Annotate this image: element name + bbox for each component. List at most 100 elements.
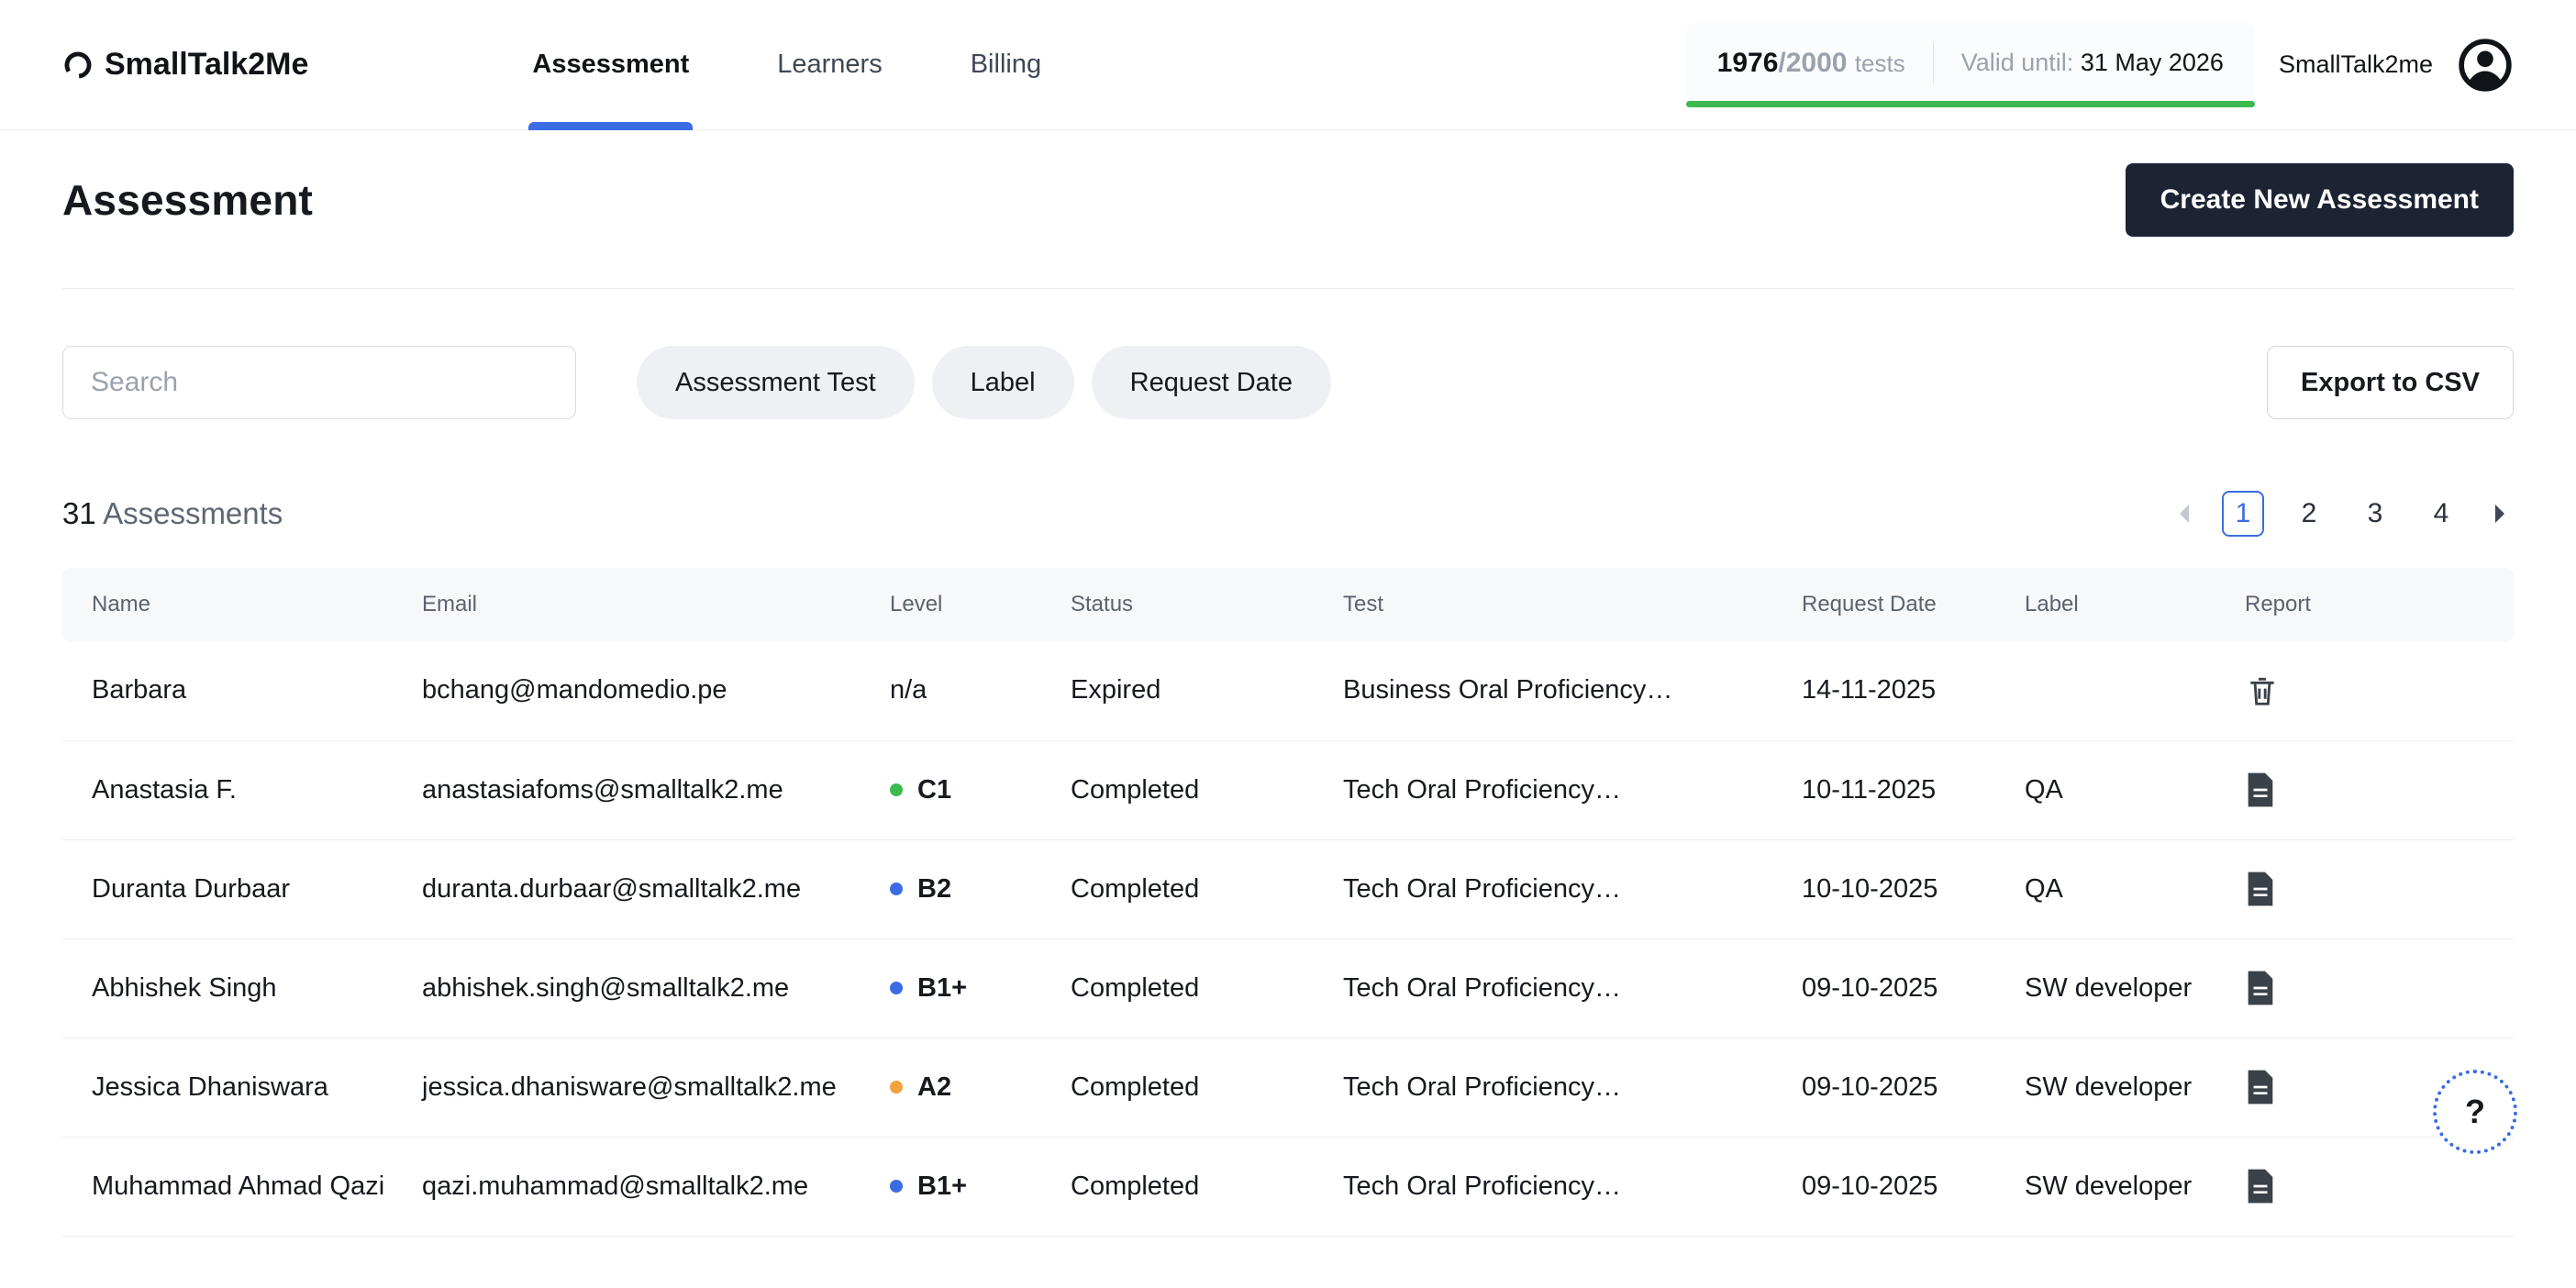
nav-tab-assessment-label: Assessment — [532, 50, 689, 80]
table-row[interactable]: Muhammad Ahmad Qazi qazi.muhammad@smallt… — [62, 1137, 2514, 1236]
column-header-status: Status — [1071, 568, 1343, 641]
cell-status: Expired — [1071, 641, 1343, 740]
cell-status: Completed — [1071, 839, 1343, 938]
top-bar: SmallTalk2Me Assessment Learners Billing… — [0, 0, 2576, 130]
cell-test: Tech Oral Proficiency… — [1343, 740, 1802, 839]
cell-email: abhishek.singh@smalltalk2.me — [422, 938, 890, 1038]
delete-icon[interactable] — [2245, 672, 2280, 709]
table-row[interactable]: Duranta Durbaar duranta.durbaar@smalltal… — [62, 839, 2514, 938]
cell-request-date: 10-10-2025 — [1802, 839, 2025, 938]
column-header-name: Name — [62, 568, 422, 641]
search-input[interactable] — [62, 346, 576, 419]
cell-request-date: 10-11-2025 — [1802, 740, 2025, 839]
filter-label[interactable]: Label — [932, 346, 1074, 419]
valid-until: Valid until: 31 May 2026 — [1961, 49, 2224, 77]
filter-assessment-test[interactable]: Assessment Test — [637, 346, 915, 419]
pagination-page-1[interactable]: 1 — [2222, 491, 2264, 537]
level-badge: B1+ — [890, 1171, 1071, 1202]
title-row: Assessment Create New Assessment — [62, 163, 2514, 237]
filter-pills: Assessment Test Label Request Date — [637, 346, 1331, 419]
report-document-icon[interactable] — [2245, 772, 2276, 808]
pagination-page-3[interactable]: 3 — [2354, 491, 2396, 537]
assessments-table: Name Email Level Status Test Request Dat… — [62, 568, 2514, 1237]
level-dot — [890, 1180, 903, 1193]
nav-tab-billing[interactable]: Billing — [971, 0, 1041, 130]
cell-status: Completed — [1071, 1137, 1343, 1236]
cell-name: Abhishek Singh — [62, 938, 422, 1038]
level-badge: B2 — [890, 874, 1071, 905]
cell-status: Completed — [1071, 1038, 1343, 1137]
assessments-count: 31 Assessments — [62, 496, 283, 531]
cell-name: Duranta Durbaar — [62, 839, 422, 938]
level-badge: A2 — [890, 1072, 1071, 1103]
badge-divider — [1933, 43, 1934, 83]
cell-name: Jessica Dhaniswara — [62, 1038, 422, 1137]
tests-progress-bar — [1686, 101, 2255, 107]
pagination-page-4[interactable]: 4 — [2420, 491, 2462, 537]
tests-counter: 1976/2000 tests — [1717, 48, 1905, 79]
cell-email: jessica.dhanisware@smalltalk2.me — [422, 1038, 890, 1137]
cell-status: Completed — [1071, 740, 1343, 839]
tests-suffix: tests — [1855, 50, 1905, 77]
level-text: B1+ — [917, 1171, 967, 1202]
cell-email: bchang@mandomedio.pe — [422, 641, 890, 740]
cell-test: Tech Oral Proficiency… — [1343, 839, 1802, 938]
cell-name: Muhammad Ahmad Qazi — [62, 1137, 422, 1236]
page-title: Assessment — [62, 175, 313, 225]
nav-tab-learners[interactable]: Learners — [777, 0, 882, 130]
level-text: n/a — [890, 675, 927, 705]
avatar-icon[interactable] — [2457, 37, 2514, 94]
column-header-report: Report — [2245, 568, 2514, 641]
table-row[interactable]: Barbara bchang@mandomedio.pe n/a Expired… — [62, 641, 2514, 740]
section-divider — [62, 288, 2514, 289]
table-row[interactable]: Anastasia F. anastasiafoms@smalltalk2.me… — [62, 740, 2514, 839]
create-new-assessment-button[interactable]: Create New Assessment — [2126, 163, 2514, 237]
report-document-icon[interactable] — [2245, 871, 2276, 907]
logo-text: SmallTalk2Me — [105, 47, 308, 83]
level-badge: C1 — [890, 775, 1071, 805]
main-nav: Assessment Learners Billing — [532, 0, 1041, 130]
logo-icon — [62, 50, 94, 81]
tests-quota-badge: 1976/2000 tests Valid until: 31 May 2026 — [1686, 23, 2255, 107]
cell-label: SW developer — [2025, 938, 2245, 1038]
cell-label — [2025, 641, 2245, 740]
cell-name: Anastasia F. — [62, 740, 422, 839]
level-dot — [890, 982, 903, 994]
report-document-icon[interactable] — [2245, 1168, 2276, 1205]
cell-test: Tech Oral Proficiency… — [1343, 938, 1802, 1038]
header-right: 1976/2000 tests Valid until: 31 May 2026… — [1686, 23, 2514, 107]
table-header: Name Email Level Status Test Request Dat… — [62, 568, 2514, 641]
nav-tab-assessment[interactable]: Assessment — [532, 0, 689, 130]
nav-tab-billing-label: Billing — [971, 50, 1041, 80]
pagination-prev-icon[interactable] — [2171, 502, 2198, 526]
cell-status: Completed — [1071, 938, 1343, 1038]
table-row[interactable]: Jessica Dhaniswara jessica.dhanisware@sm… — [62, 1038, 2514, 1137]
level-dot — [890, 1081, 903, 1094]
pagination-next-icon[interactable] — [2486, 502, 2514, 526]
column-header-label: Label — [2025, 568, 2245, 641]
column-header-email: Email — [422, 568, 890, 641]
cell-email: anastasiafoms@smalltalk2.me — [422, 740, 890, 839]
cell-request-date: 09-10-2025 — [1802, 1137, 2025, 1236]
controls-row: Assessment Test Label Request Date Expor… — [62, 346, 2514, 419]
valid-until-date: 31 May 2026 — [2081, 49, 2224, 76]
logo[interactable]: SmallTalk2Me — [62, 47, 308, 83]
nav-tab-learners-label: Learners — [777, 50, 882, 80]
main-content: Assessment Create New Assessment Assessm… — [0, 163, 2576, 1237]
level-text: B1+ — [917, 973, 967, 1004]
level-badge: n/a — [890, 675, 1071, 705]
assessments-count-label: Assessments — [103, 496, 283, 530]
level-text: C1 — [917, 775, 951, 805]
help-button[interactable]: ? — [2433, 1070, 2517, 1154]
cell-name: Barbara — [62, 641, 422, 740]
pagination-page-2[interactable]: 2 — [2288, 491, 2330, 537]
column-header-request-date: Request Date — [1802, 568, 2025, 641]
export-csv-button[interactable]: Export to CSV — [2267, 346, 2514, 419]
table-row[interactable]: Abhishek Singh abhishek.singh@smalltalk2… — [62, 938, 2514, 1038]
level-text: B2 — [917, 874, 951, 905]
report-document-icon[interactable] — [2245, 970, 2276, 1006]
filter-request-date[interactable]: Request Date — [1092, 346, 1331, 419]
column-header-test: Test — [1343, 568, 1802, 641]
report-document-icon[interactable] — [2245, 1069, 2276, 1105]
cell-label: SW developer — [2025, 1137, 2245, 1236]
